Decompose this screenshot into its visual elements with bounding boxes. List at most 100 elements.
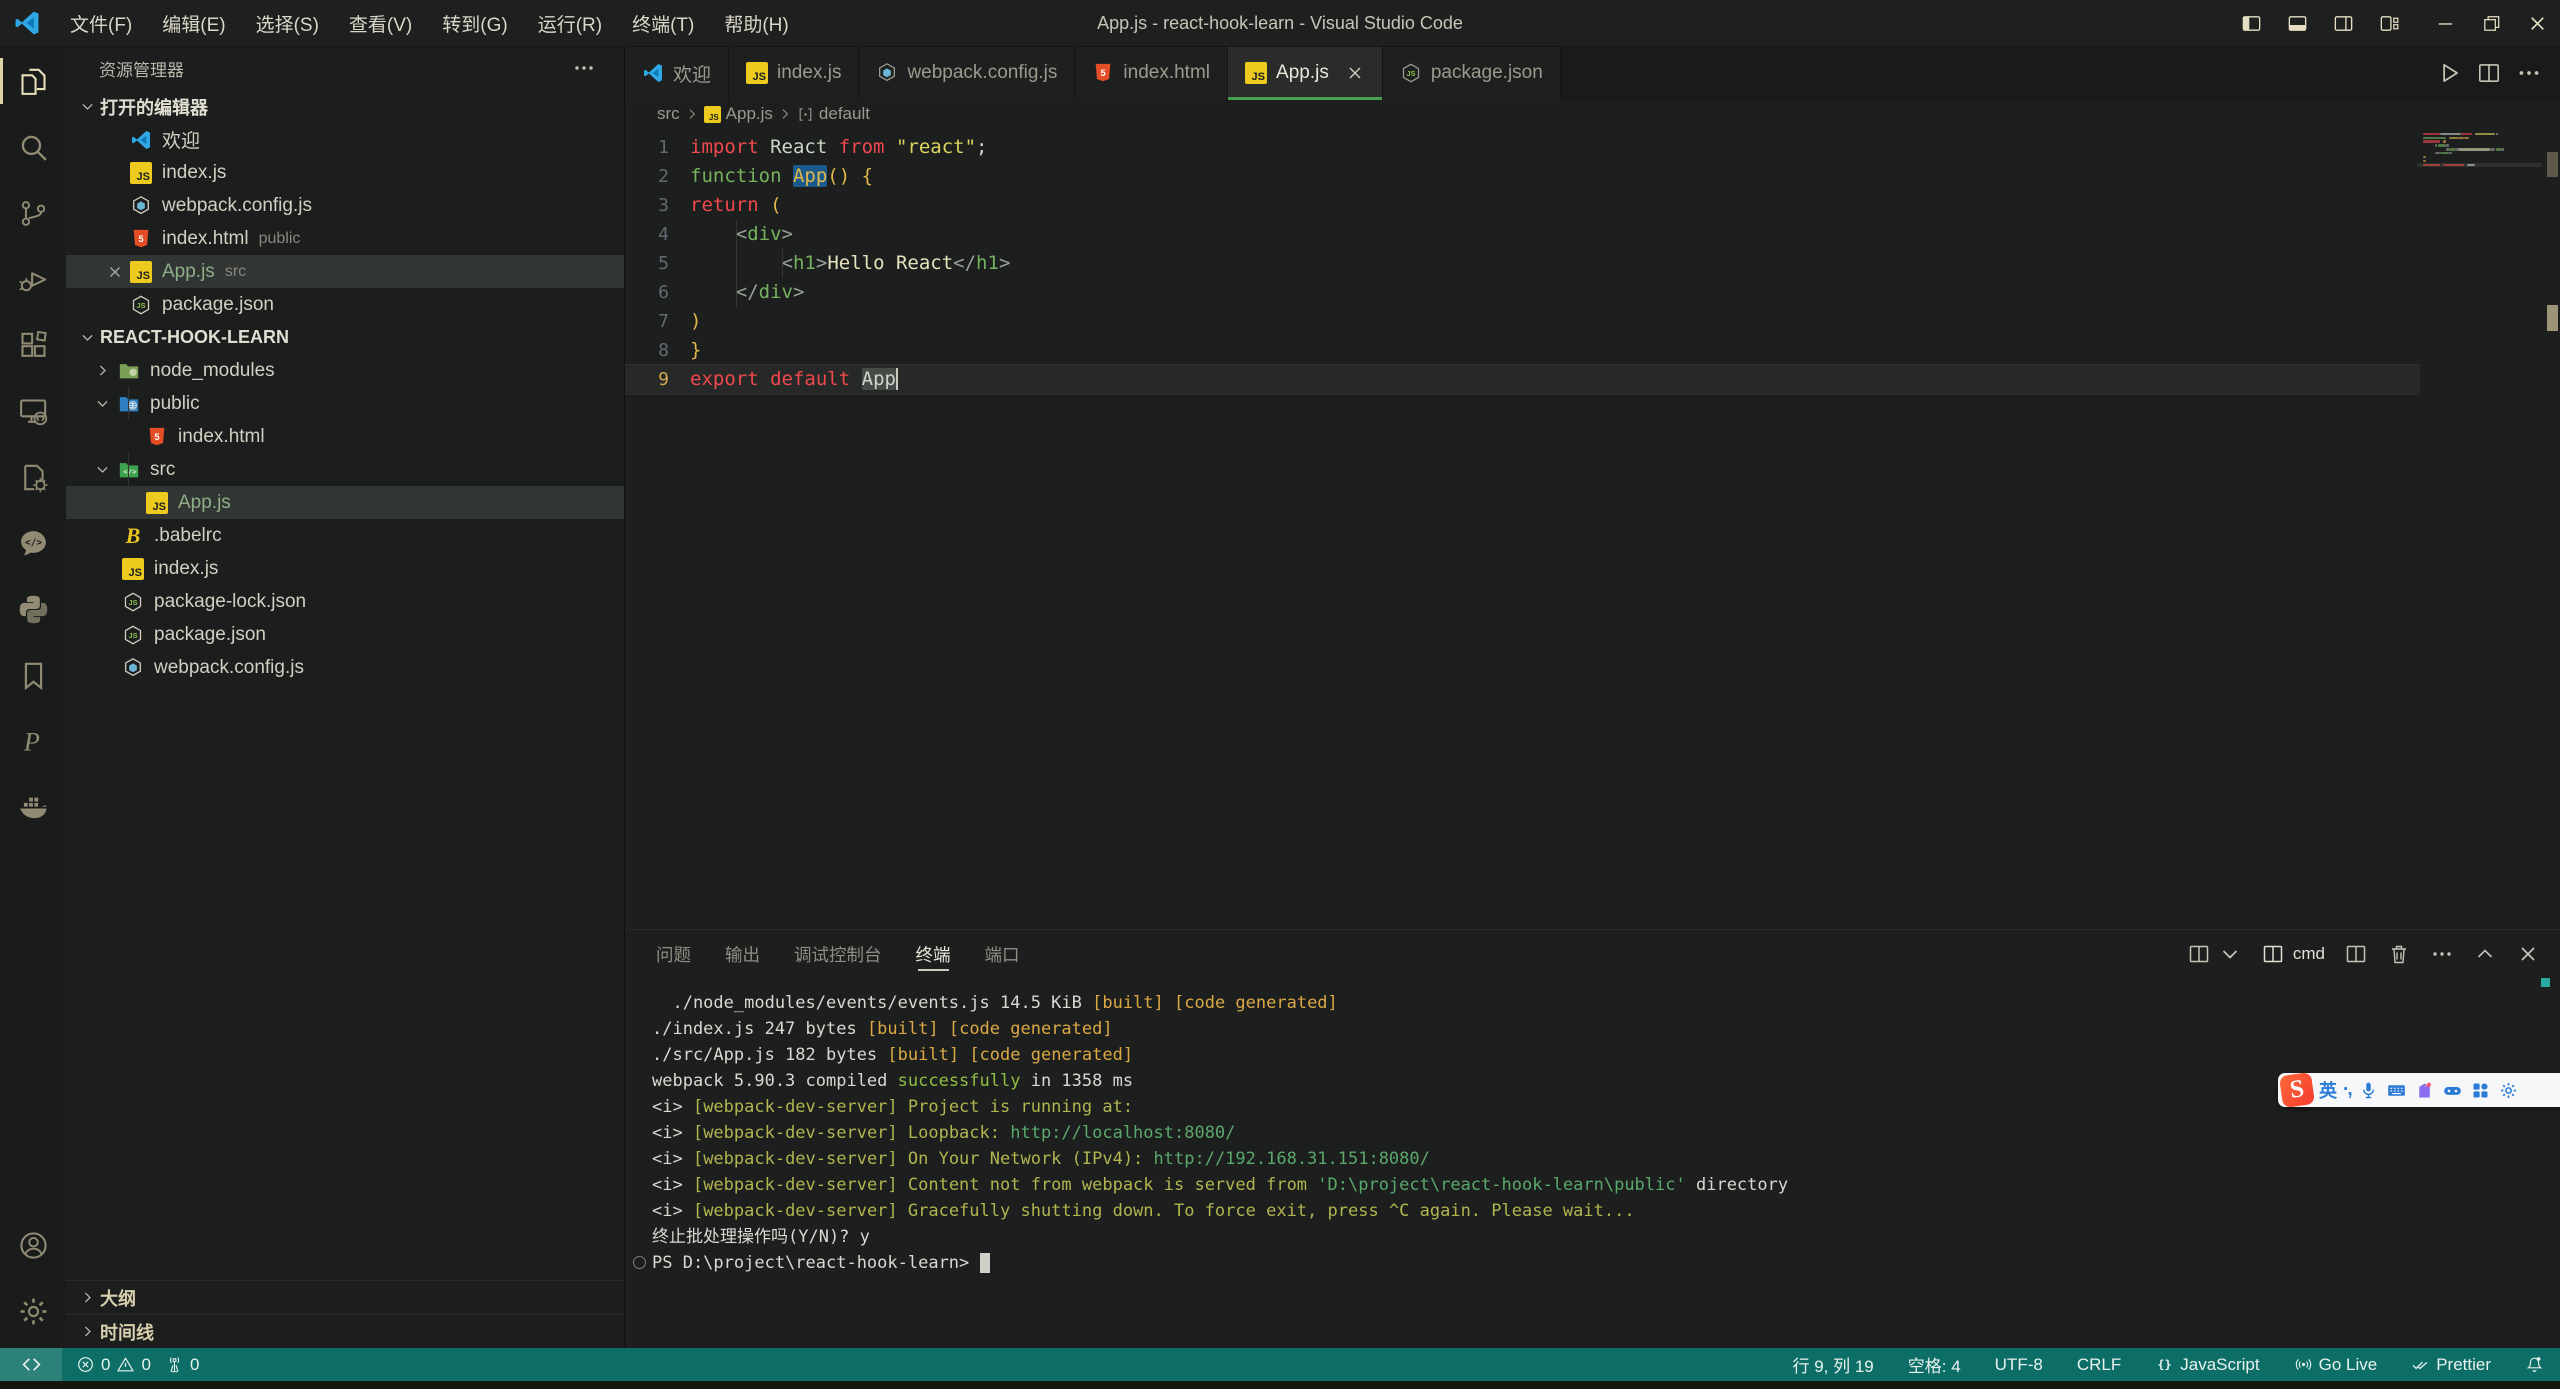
tree-item-App.js[interactable]: JSApp.js	[66, 486, 624, 519]
tree-item-public[interactable]: public	[66, 387, 624, 420]
activity-item-search[interactable]	[0, 114, 66, 180]
panel-tab-问题[interactable]: 问题	[656, 930, 691, 978]
sidebar-section-大纲[interactable]: 大纲	[66, 1280, 624, 1314]
breadcrumb-item-App.js[interactable]: JSApp.js	[704, 104, 773, 124]
layout-sidebar-left-button[interactable]	[2228, 0, 2274, 46]
open-editor-index.js[interactable]: JSindex.js	[66, 156, 624, 189]
panel-tab-调试控制台[interactable]: 调试控制台	[794, 930, 882, 978]
ports-status[interactable]: 0	[165, 1355, 199, 1375]
run-button[interactable]	[2436, 60, 2462, 86]
more-actions-icon[interactable]	[572, 56, 596, 80]
breadcrumb-item-src[interactable]: src	[657, 104, 680, 124]
open-editor-App.js[interactable]: JSApp.jssrc	[66, 255, 624, 288]
status-prettier[interactable]: Prettier	[2411, 1355, 2491, 1375]
split-terminal-icon[interactable]	[2344, 942, 2368, 966]
tab-App.js[interactable]: JSApp.js	[1228, 46, 1383, 100]
tree-item-.babelrc[interactable]: B.babelrc	[66, 519, 624, 552]
code-line-8[interactable]: 8}	[625, 336, 2420, 365]
code-line-9[interactable]: 9export default App	[625, 365, 2420, 394]
code-line-7[interactable]: 7)	[625, 307, 2420, 336]
status-language-mode[interactable]: {}JavaScript	[2155, 1355, 2259, 1375]
tree-item-index.html[interactable]: 5index.html	[66, 420, 624, 453]
menu-item-3[interactable]: 查看(V)	[334, 0, 427, 46]
tools-icon[interactable]	[2498, 1080, 2519, 1101]
menu-item-6[interactable]: 终端(T)	[617, 0, 709, 46]
game-icon[interactable]	[2442, 1080, 2463, 1101]
activity-item-python[interactable]	[0, 576, 66, 642]
breadcrumb-item-default[interactable]: default	[797, 104, 870, 124]
close-icon[interactable]	[106, 263, 124, 281]
new-terminal-icon[interactable]	[2187, 942, 2211, 966]
remote-indicator[interactable]	[0, 1348, 62, 1381]
menu-item-4[interactable]: 转到(G)	[427, 0, 522, 46]
terminal-icon[interactable]	[2261, 942, 2285, 966]
activity-item-extensions[interactable]	[0, 312, 66, 378]
panel-tab-端口[interactable]: 端口	[985, 930, 1020, 978]
code-line-3[interactable]: 3return (	[625, 191, 2420, 220]
status-cursor-position[interactable]: 行 9, 列 19	[1792, 1352, 1873, 1377]
activity-item-source-control[interactable]	[0, 180, 66, 246]
layout-sidebar-right-button[interactable]	[2320, 0, 2366, 46]
activity-item-code-runner[interactable]	[0, 444, 66, 510]
activity-item-project-manager[interactable]: P	[0, 708, 66, 774]
open-editor-package.json[interactable]: JSpackage.json	[66, 288, 624, 321]
code-editor[interactable]: 1import React from "react";2function App…	[625, 128, 2560, 929]
activity-item-live-preview[interactable]: </>	[0, 510, 66, 576]
activity-item-docker[interactable]	[0, 774, 66, 840]
close-button[interactable]	[2514, 0, 2560, 46]
code-line-5[interactable]: 5 <h1>Hello React</h1>	[625, 249, 2420, 278]
status-indentation[interactable]: 空格: 4	[1908, 1352, 1961, 1377]
tab-index.js[interactable]: JSindex.js	[729, 46, 859, 100]
menu-item-2[interactable]: 选择(S)	[241, 0, 334, 46]
open-editor-webpack.config.js[interactable]: webpack.config.js	[66, 189, 624, 222]
activity-item-explorer[interactable]	[0, 48, 66, 114]
panel-tab-终端[interactable]: 终端	[916, 930, 951, 978]
tree-item-package.json[interactable]: JSpackage.json	[66, 618, 624, 651]
sidebar-section-时间线[interactable]: 时间线	[66, 1314, 624, 1348]
menu-item-7[interactable]: 帮助(H)	[709, 0, 803, 46]
tree-item-index.js[interactable]: JSindex.js	[66, 552, 624, 585]
tab-package.json[interactable]: JSpackage.json	[1383, 46, 1561, 100]
open-editor-欢迎[interactable]: 欢迎	[66, 123, 624, 156]
menu-item-1[interactable]: 编辑(E)	[147, 0, 240, 46]
activity-item-run-and-debug[interactable]	[0, 246, 66, 312]
minimap[interactable]	[2423, 132, 2540, 252]
sogou-ime-toolbar[interactable]: S 英 ·,	[2278, 1073, 2560, 1107]
code-line-6[interactable]: 6 </div>	[625, 278, 2420, 307]
terminal[interactable]: ./node_modules/events/events.js 14.5 KiB…	[625, 978, 2560, 1348]
activity-item-settings[interactable]	[0, 1278, 66, 1344]
punctuation-icon[interactable]: ·,	[2343, 1079, 2351, 1101]
activity-item-remote-explorer[interactable]	[0, 378, 66, 444]
close-icon[interactable]	[1345, 63, 1365, 83]
status-notifications[interactable]	[2525, 1355, 2544, 1374]
layout-panel-button[interactable]	[2274, 0, 2320, 46]
status-go-live[interactable]: Go Live	[2294, 1355, 2378, 1375]
menu-item-5[interactable]: 运行(R)	[523, 0, 617, 46]
mic-icon[interactable]	[2358, 1080, 2379, 1101]
close-panel-icon[interactable]	[2516, 942, 2540, 966]
grid-icon[interactable]	[2470, 1080, 2491, 1101]
tree-item-node_modules[interactable]: node_modules	[66, 354, 624, 387]
tree-item-src[interactable]: </>src	[66, 453, 624, 486]
code-line-4[interactable]: 4 <div>	[625, 220, 2420, 249]
problems-status[interactable]: 0 0	[76, 1355, 151, 1375]
open-editor-index.html[interactable]: 5index.htmlpublic	[66, 222, 624, 255]
skin-icon[interactable]	[2414, 1080, 2435, 1101]
layout-customize-button[interactable]	[2366, 0, 2412, 46]
kill-terminal-icon[interactable]	[2387, 942, 2411, 966]
scrollbar-thumb[interactable]	[2547, 152, 2558, 177]
activity-item-bookmarks[interactable]	[0, 642, 66, 708]
panel-tab-输出[interactable]: 输出	[725, 930, 760, 978]
keyboard-icon[interactable]	[2386, 1080, 2407, 1101]
menu-item-0[interactable]: 文件(F)	[55, 0, 147, 46]
split-editor-button[interactable]	[2476, 60, 2502, 86]
tab-欢迎[interactable]: 欢迎	[625, 46, 729, 100]
restore-button[interactable]	[2468, 0, 2514, 46]
command-decoration-icon[interactable]	[633, 1256, 646, 1269]
project-root-header[interactable]: REACT-HOOK-LEARN	[66, 321, 624, 354]
terminal-tab-cmd[interactable]: cmd	[2261, 942, 2325, 966]
more-button[interactable]	[2516, 60, 2542, 86]
tab-index.html[interactable]: 5index.html	[1075, 46, 1228, 100]
breadcrumb[interactable]: src JSApp.js default	[625, 100, 2560, 128]
tab-webpack.config.js[interactable]: webpack.config.js	[859, 46, 1075, 100]
